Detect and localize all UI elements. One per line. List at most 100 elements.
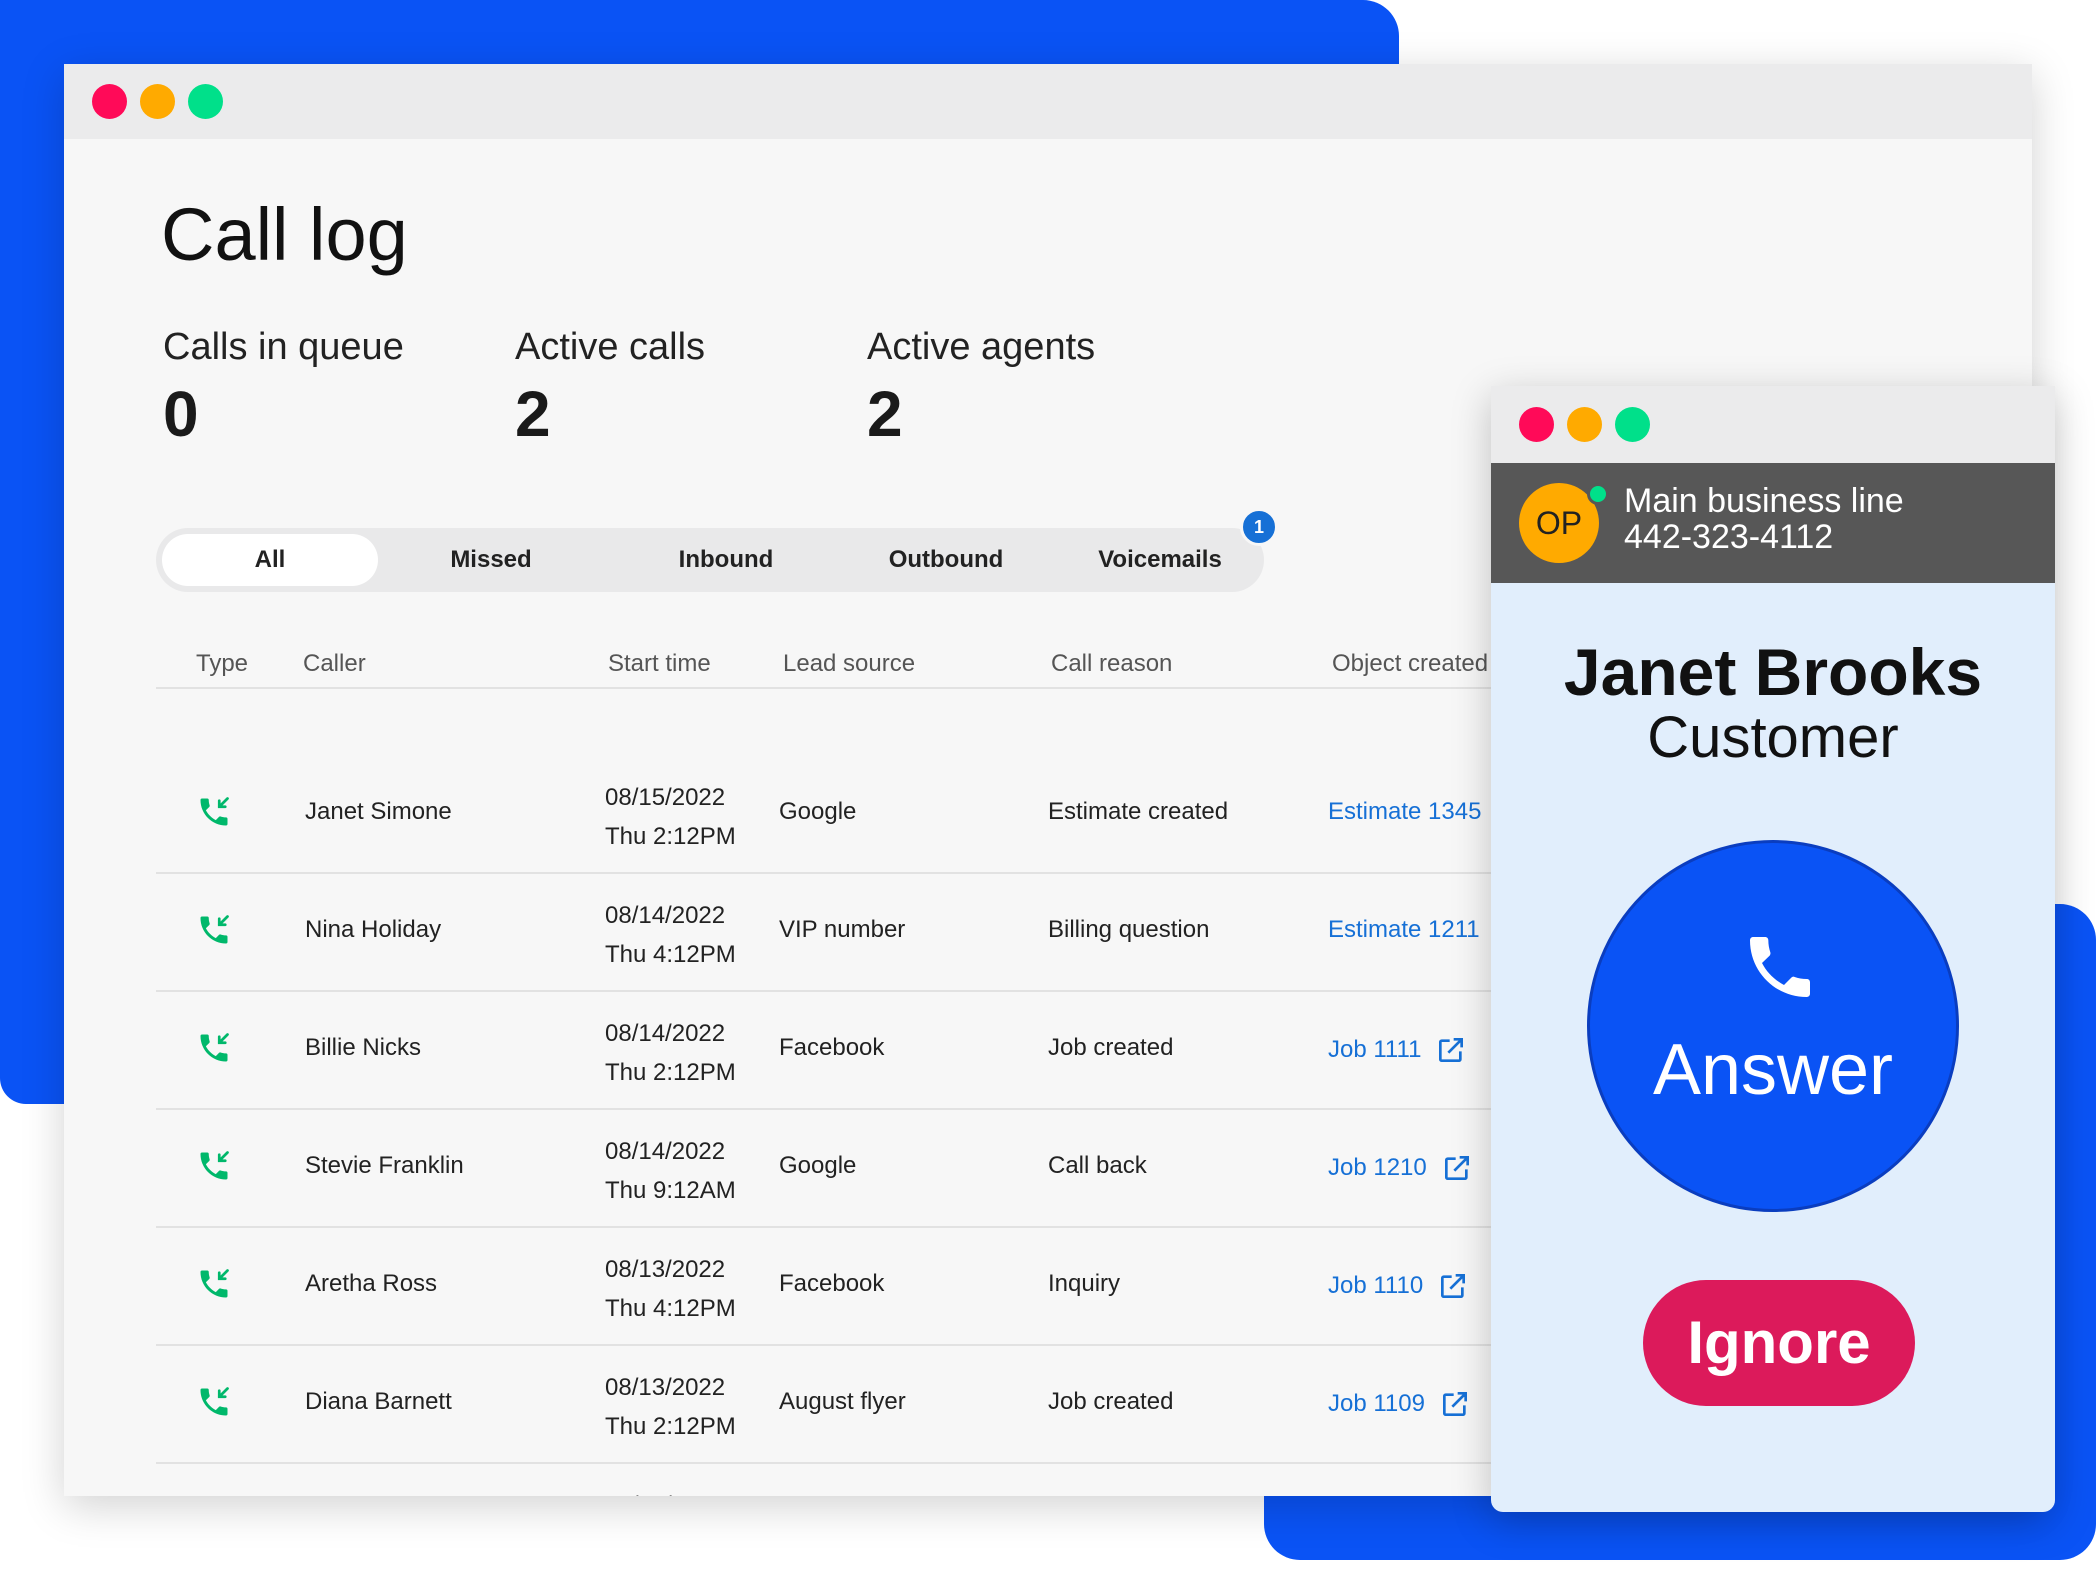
caller-name[interactable]: Aretha Ross bbox=[305, 1270, 437, 1298]
object-created-link[interactable]: Estimate 1211 bbox=[1328, 916, 1480, 944]
minimize-popup-button[interactable] bbox=[1567, 407, 1602, 442]
column-header-start-time[interactable]: Start time bbox=[608, 650, 711, 678]
external-link-icon[interactable] bbox=[1439, 1388, 1471, 1420]
column-header-lead-source[interactable]: Lead source bbox=[783, 650, 915, 678]
stat-label: Calls in queue bbox=[163, 326, 404, 368]
column-header-type[interactable]: Type bbox=[196, 650, 248, 678]
external-link-icon[interactable] bbox=[1437, 1270, 1469, 1302]
object-created-label: Job 1109 bbox=[1328, 1390, 1425, 1417]
business-line-info: Main business line 442-323-4112 bbox=[1624, 483, 1904, 555]
object-created-link[interactable]: Job 1210 bbox=[1328, 1152, 1473, 1184]
incoming-call-icon bbox=[200, 1387, 229, 1416]
caller-name[interactable]: Diana Barnett bbox=[305, 1388, 452, 1416]
start-time-of-day: Thu 4:12PM bbox=[605, 1295, 736, 1322]
start-time-of-day: Thu 2:12PM bbox=[605, 1413, 736, 1440]
start-date: 08/13/2022 bbox=[605, 1486, 736, 1496]
business-line-number: 442-323-4112 bbox=[1624, 518, 1834, 556]
ignore-button[interactable]: Ignore bbox=[1643, 1280, 1915, 1406]
caller-name[interactable]: Nina Holiday bbox=[305, 916, 441, 944]
object-created-link[interactable]: Estimate 1345 bbox=[1328, 798, 1481, 826]
caller-name[interactable]: Billie Nicks bbox=[305, 1034, 421, 1062]
stat-value: 2 bbox=[867, 378, 903, 450]
lead-source: VIP number bbox=[779, 916, 906, 943]
tab-inbound[interactable]: Inbound bbox=[626, 528, 826, 592]
table-row[interactable]: Aretha Ross 08/13/2022 Thu 4:12PM Facebook I… bbox=[156, 1226, 1556, 1346]
incoming-call-icon bbox=[200, 1151, 229, 1180]
start-time-of-day: Thu 9:12AM bbox=[605, 1177, 736, 1204]
start-time: 08/14/2022 Thu 2:12PM bbox=[605, 1014, 736, 1092]
table-row[interactable]: Janet Simone 08/15/2022 Thu 2:12PM Google Es… bbox=[156, 754, 1556, 874]
phone-icon bbox=[1750, 937, 1810, 997]
incoming-caller-name: Janet Brooks bbox=[1563, 635, 1983, 709]
incoming-caller-role: Customer bbox=[1647, 705, 1899, 770]
business-line-name: Main business line bbox=[1624, 482, 1904, 520]
start-time: 08/14/2022 Thu 9:12AM bbox=[605, 1132, 736, 1210]
caller-name[interactable]: Stevie Franklin bbox=[305, 1152, 464, 1180]
object-created-label: Job 1110 bbox=[1328, 1272, 1424, 1299]
page-title: Call log bbox=[161, 193, 408, 276]
maximize-popup-button[interactable] bbox=[1615, 407, 1650, 442]
stat-value: 0 bbox=[163, 378, 199, 450]
answer-label: Answer bbox=[1652, 1030, 1894, 1110]
object-created-link[interactable]: Job 1109 bbox=[1328, 1388, 1471, 1420]
call-filter-tabs: All Missed Inbound Outbound Voicemails bbox=[156, 528, 1264, 592]
call-reason: Inquiry bbox=[1048, 1270, 1121, 1297]
table-row[interactable]: Courtney Fitzgerald08/13/2022Thu 2:12PMA… bbox=[156, 1462, 1556, 1496]
lead-source: Facebook bbox=[779, 1034, 885, 1061]
column-header-object-created[interactable]: Object created bbox=[1332, 650, 1488, 678]
object-created-label: Estimate 1211 bbox=[1328, 916, 1480, 943]
start-time: 08/13/2022 Thu 2:12PM bbox=[605, 1368, 736, 1446]
answer-button[interactable]: Answer bbox=[1587, 840, 1959, 1212]
start-time-of-day: Thu 2:12PM bbox=[605, 823, 736, 850]
stat-active-calls: Active calls 2 bbox=[515, 326, 705, 451]
tab-all[interactable]: All bbox=[162, 534, 378, 586]
start-date: 08/14/2022 bbox=[605, 902, 726, 929]
incoming-call-window: OP Main business line 442-323-4112 Janet… bbox=[1491, 386, 2055, 1512]
tab-missed[interactable]: Missed bbox=[406, 528, 576, 592]
table-row[interactable]: Stevie Franklin 08/14/2022 Thu 9:12AM Googl… bbox=[156, 1108, 1556, 1228]
tab-outbound[interactable]: Outbound bbox=[856, 528, 1036, 592]
external-link-icon[interactable] bbox=[1441, 1152, 1473, 1184]
maximize-window-button[interactable] bbox=[188, 84, 223, 119]
stat-label: Active agents bbox=[867, 326, 1096, 368]
column-header-call-reason[interactable]: Call reason bbox=[1051, 650, 1172, 678]
minimize-window-button[interactable] bbox=[140, 84, 175, 119]
start-time: 08/14/2022 Thu 4:12PM bbox=[605, 896, 736, 974]
lead-source: August flyer bbox=[779, 1388, 906, 1415]
call-reason: Call back bbox=[1048, 1152, 1147, 1179]
start-time: 08/13/2022 Thu 4:12PM bbox=[605, 1250, 736, 1328]
window-titlebar bbox=[64, 64, 2032, 139]
start-date: 08/13/2022 bbox=[605, 1256, 726, 1283]
incoming-call-icon bbox=[200, 1033, 229, 1062]
external-link-icon[interactable] bbox=[1435, 1034, 1467, 1066]
start-date: 08/14/2022 bbox=[605, 1138, 726, 1165]
column-header-caller[interactable]: Caller bbox=[303, 650, 366, 678]
close-window-button[interactable] bbox=[92, 84, 127, 119]
header-divider bbox=[156, 687, 1556, 689]
table-row[interactable]: Diana Barnett 08/13/2022 Thu 2:12PM August … bbox=[156, 1344, 1556, 1464]
tab-voicemails[interactable]: Voicemails bbox=[1060, 528, 1260, 592]
caller-name[interactable]: Janet Simone bbox=[305, 798, 452, 826]
call-reason: Estimate created bbox=[1048, 798, 1229, 825]
object-created-link[interactable]: Job 1110 bbox=[1328, 1270, 1469, 1302]
start-date: 08/13/2022 bbox=[605, 1374, 726, 1401]
object-created-link[interactable]: Job 1111 bbox=[1328, 1034, 1467, 1066]
object-created-label: Job 1210 bbox=[1328, 1154, 1427, 1181]
table-row[interactable]: Nina Holiday 08/14/2022 Thu 4:12PM VIP numb… bbox=[156, 872, 1556, 992]
close-popup-button[interactable] bbox=[1519, 407, 1554, 442]
table-row[interactable]: Billie Nicks 08/14/2022 Thu 2:12PM Facebook… bbox=[156, 990, 1556, 1110]
start-time: 08/15/2022 Thu 2:12PM bbox=[605, 778, 736, 856]
online-status-indicator bbox=[1587, 483, 1609, 505]
incoming-call-icon bbox=[200, 797, 229, 826]
call-reason: Billing question bbox=[1048, 916, 1210, 943]
start-time-of-day: Thu 2:12PM bbox=[605, 1059, 736, 1086]
lead-source: Google bbox=[779, 1152, 857, 1179]
lead-source: Google bbox=[779, 798, 857, 825]
incoming-call-icon bbox=[200, 915, 229, 944]
object-created-label: Job 1111 bbox=[1328, 1036, 1422, 1063]
stat-active-agents: Active agents 2 bbox=[867, 326, 1095, 451]
object-created-label: Estimate 1345 bbox=[1328, 798, 1482, 825]
call-reason: Job created bbox=[1048, 1388, 1174, 1415]
business-line-header: OP Main business line 442-323-4112 bbox=[1491, 463, 2055, 583]
lead-source: Facebook bbox=[779, 1270, 885, 1297]
